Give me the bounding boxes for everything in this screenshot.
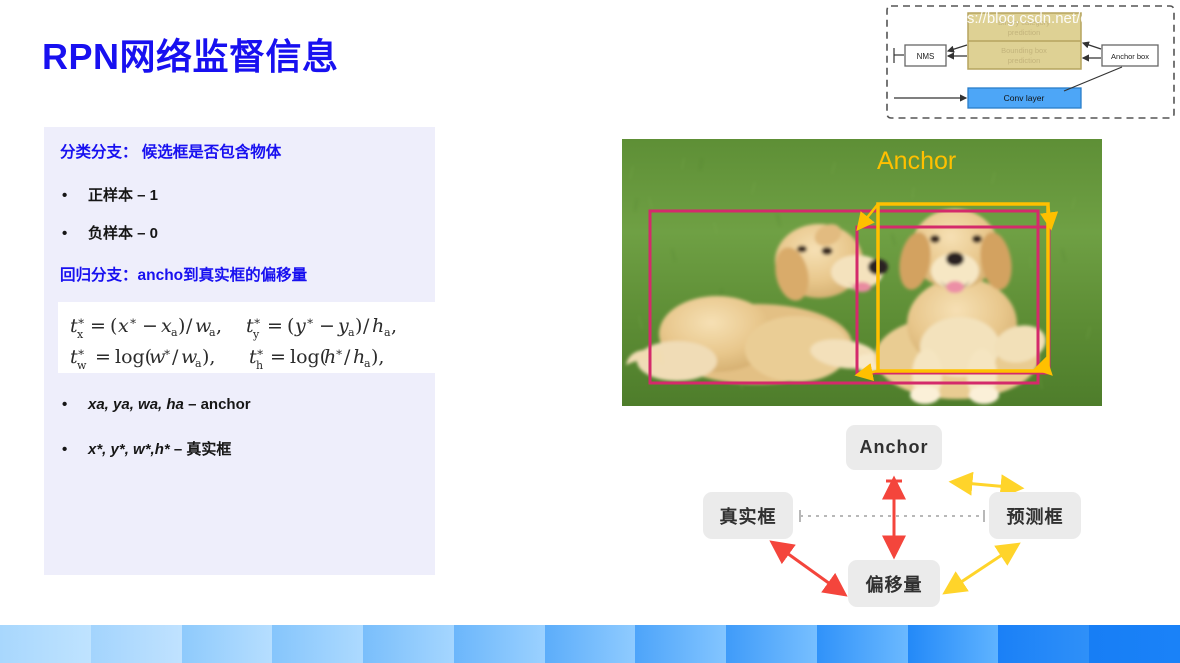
footer-block-4 bbox=[272, 625, 364, 663]
svg-text:h: h bbox=[372, 315, 384, 337]
svg-text:a: a bbox=[195, 357, 202, 370]
svg-text:a: a bbox=[348, 326, 355, 339]
flow-node-offset-label: 偏移量 bbox=[865, 574, 923, 595]
svg-text:=: = bbox=[270, 346, 286, 368]
bullet-marker: • bbox=[62, 396, 68, 413]
svg-text:x: x bbox=[77, 328, 84, 341]
footer-block-2 bbox=[90, 625, 182, 663]
svg-text:∗: ∗ bbox=[129, 314, 137, 328]
flow-node-offset[interactable]: 偏移量 bbox=[848, 560, 940, 607]
svg-text:w: w bbox=[77, 359, 87, 372]
svg-text:): ) bbox=[178, 315, 185, 337]
flow-node-prediction-label: 预测框 bbox=[1006, 506, 1064, 527]
offset-pred-yellow-arrow bbox=[942, 542, 1021, 595]
footer-block-5 bbox=[363, 625, 454, 663]
svg-text:∗: ∗ bbox=[77, 314, 85, 328]
list-item-label: – anchor bbox=[188, 396, 251, 413]
footer-block-10 bbox=[816, 625, 908, 663]
svg-text:∗: ∗ bbox=[253, 314, 261, 328]
footer-block-11 bbox=[907, 625, 999, 663]
svg-text:a: a bbox=[384, 326, 391, 339]
anchor-pred-yellow-arrow bbox=[948, 471, 1025, 499]
list-item: • 负样本 – 0 bbox=[62, 222, 158, 243]
svg-text:h: h bbox=[256, 359, 263, 372]
classification-branch-heading: 分类分支： 候选框是否包含物体 bbox=[60, 144, 282, 161]
regression-formula: t ∗ x = ( x ∗ − x a ) / w a , t ∗ y = ( … bbox=[70, 314, 397, 372]
bullet-marker: • bbox=[62, 225, 68, 242]
list-item: • x*, y*, w*,h* – 真实框 bbox=[62, 438, 231, 459]
bounding-box-label-line2: prediction bbox=[1008, 56, 1041, 65]
anchor-illustration-photo: Anchor bbox=[622, 139, 1102, 406]
svg-text:/: / bbox=[363, 315, 370, 337]
svg-text:=: = bbox=[267, 315, 283, 337]
svg-text:∗: ∗ bbox=[256, 345, 264, 359]
nms-label: NMS bbox=[917, 52, 935, 61]
svg-text:/: / bbox=[186, 315, 193, 337]
flow-node-groundtruth[interactable]: 真实框 bbox=[703, 492, 793, 539]
footer-block-13 bbox=[1089, 625, 1180, 663]
svg-text:−: − bbox=[319, 315, 335, 337]
footer-block-7 bbox=[544, 625, 636, 663]
svg-text:log(: log( bbox=[115, 346, 152, 368]
svg-text:,: , bbox=[391, 315, 397, 337]
footer-gradient-bar bbox=[0, 625, 1180, 663]
list-item: • xa, ya, wa, ha – anchor bbox=[62, 396, 251, 413]
svg-text:x: x bbox=[118, 315, 129, 337]
offset-relationship-diagram: Anchor 真实框 预测框 偏移量 bbox=[672, 412, 1112, 622]
svg-text:−: − bbox=[142, 315, 158, 337]
bullet-marker: • bbox=[62, 441, 68, 458]
gt-offset-red-arrow bbox=[769, 540, 848, 597]
groundtruth-variables: x*, y*, w*,h* bbox=[88, 441, 170, 458]
anchor-photo-label: Anchor bbox=[877, 147, 956, 175]
svg-text:=: = bbox=[90, 315, 106, 337]
svg-text:∗: ∗ bbox=[335, 345, 343, 359]
svg-text:log(: log( bbox=[290, 346, 327, 368]
flow-node-anchor[interactable]: Anchor bbox=[846, 425, 942, 470]
anchor-variables: xa, ya, wa, ha bbox=[88, 396, 184, 413]
svg-text:∗: ∗ bbox=[306, 314, 314, 328]
regression-branch-heading: 回归分支：ancho到真实框的偏移量 bbox=[60, 267, 308, 284]
svg-text:): ) bbox=[355, 315, 362, 337]
bounding-box-label-line1: Bounding box bbox=[1001, 46, 1047, 55]
flow-node-groundtruth-label: 真实框 bbox=[719, 506, 777, 527]
footer-block-3 bbox=[181, 625, 273, 663]
watermark-url: https://blog.csdn.net/qq_40507857 bbox=[941, 10, 1172, 27]
flow-node-prediction[interactable]: 预测框 bbox=[989, 492, 1081, 539]
list-item: • 正样本 – 1 bbox=[62, 184, 158, 205]
footer-block-9 bbox=[726, 625, 817, 663]
anchor-box-label: Anchor box bbox=[1111, 52, 1149, 61]
list-item-label: 负样本 – 0 bbox=[88, 225, 159, 242]
footer-block-8 bbox=[635, 625, 727, 663]
svg-text:y: y bbox=[294, 315, 306, 337]
list-item-label: – 真实框 bbox=[173, 441, 232, 458]
svg-text:),: ), bbox=[371, 346, 384, 368]
svg-text:∗: ∗ bbox=[77, 345, 85, 359]
svg-text:a: a bbox=[171, 326, 178, 339]
svg-text:a: a bbox=[364, 357, 371, 370]
page-title: RPN网络监督信息 bbox=[42, 36, 339, 77]
footer-block-12 bbox=[998, 625, 1090, 663]
svg-text:∗: ∗ bbox=[163, 345, 171, 359]
svg-text:/: / bbox=[172, 346, 179, 368]
svg-text:/: / bbox=[344, 346, 351, 368]
regression-formula-box: t ∗ x = ( x ∗ − x a ) / w a , t ∗ y = ( … bbox=[58, 302, 461, 373]
svg-text:),: ), bbox=[202, 346, 215, 368]
svg-text:,: , bbox=[216, 315, 222, 337]
footer-block-1 bbox=[0, 625, 91, 663]
footer-block-6 bbox=[453, 625, 545, 663]
conv-layer-label: Conv layer bbox=[1004, 93, 1045, 103]
svg-text:(: ( bbox=[287, 315, 294, 337]
bullet-marker: • bbox=[62, 187, 68, 204]
svg-text:y: y bbox=[252, 328, 260, 341]
svg-text:(: ( bbox=[110, 315, 117, 337]
svg-text:a: a bbox=[209, 326, 216, 339]
list-item-label: 正样本 – 1 bbox=[88, 187, 159, 204]
binary-category-label-line2: prediction bbox=[1008, 28, 1041, 37]
flow-node-anchor-label: Anchor bbox=[859, 437, 929, 457]
svg-text:=: = bbox=[95, 346, 111, 368]
